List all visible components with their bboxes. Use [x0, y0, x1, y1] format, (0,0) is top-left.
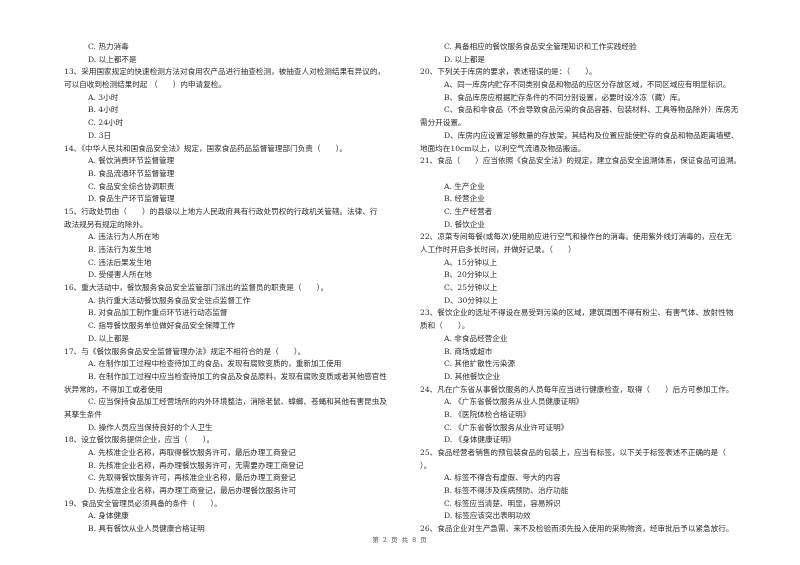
answer-option: A. 在制作加工过程中检查待加工的食品，发现有腐败变质的，重新加工使用	[88, 359, 342, 369]
page-footer: 第 2 页 共 8 页	[372, 536, 428, 544]
answer-option: D. 标签应该突出表明功效	[444, 511, 531, 521]
question-text: 13、采用国家规定的快速检测方法对食用农产品进行抽查检测，被抽查人对检测结果有异…	[64, 67, 386, 77]
answer-option: D. 食品生产环节监督管理	[88, 194, 175, 204]
question-text: 21、食品（ ）应当依照《食品安全法》的规定，建立食品安全追溯体系，保证食品可追…	[420, 156, 742, 166]
answer-option: D. 先核准企业名称，再办理工商登记，最后办理餐饮服务许可	[88, 486, 297, 496]
answer-option: A. 标签不得含有虚假、夸大的内容	[444, 473, 561, 483]
answer-option: C、食品和非食品（不会导致食品污染的食品容器、包装材料、工具等物品除外）库房无	[444, 105, 739, 115]
question-text: 15、行政处罚由（ ）的县级以上地方人民政府具有行政处罚权的行政机关管辖。法律、…	[64, 206, 378, 216]
answer-option: B. 违法行为发生地	[88, 245, 152, 254]
answer-option: D. 餐饮企业	[444, 219, 486, 229]
question-text: 22、凉菜专间每餐(或每次)使用前应进行空气和操作台的消毒。使用紫外线灯消毒的，…	[420, 232, 732, 242]
answer-option: C. 食品安全综合协调职责	[88, 181, 175, 191]
answer-option: A. 非食品经营企业	[444, 333, 508, 343]
question-text: 14、《中华人民共和国食品安全法》规定，国家食品药品监督管理部门负责（ ）。	[64, 143, 348, 153]
answer-option: D、30分钟以上	[444, 295, 498, 305]
answer-option: D. 以上都是	[88, 333, 130, 343]
answer-option: C. 先取得餐饮服务许可，再核准企业名称，最后办理工商登记	[88, 473, 296, 483]
answer-option: A. 餐饮消费环节监督管理	[88, 156, 175, 166]
question-continuation: 状异常的，不得加工或者使用	[64, 384, 163, 394]
answer-option: C. 《广东省餐饮服务从业许可证明》	[444, 422, 569, 432]
answer-option: A、15分钟以上	[444, 257, 498, 267]
question-continuation: 质和（ ）。	[420, 321, 470, 331]
answer-option: C. 应当保持食品加工经营场所的内外环境整洁，消除老鼠、蟑螂、苍蝇和其他有害昆虫…	[88, 397, 387, 407]
answer-option: C. 具备相应的餐饮服务食品安全管理知识和工作实践经验	[444, 42, 637, 51]
answer-option: A. 《广东省餐饮服务从业人员健康证明》	[444, 397, 584, 407]
answer-option: C. 标签应当清楚、明显，容易辨识	[444, 498, 561, 508]
answer-option: A. 3小时	[88, 92, 119, 102]
answer-option: C. 24小时	[88, 118, 124, 128]
question-continuation: 政法规另有规定的除外。	[64, 219, 148, 229]
answer-option: C. 违法后果发生地	[88, 257, 152, 267]
answer-option: A. 身体健康	[88, 511, 129, 521]
answer-option: B. 先核准企业名称，再办理餐饮服务许可，无需要办理工商登记	[88, 460, 304, 470]
answer-option: C. 指导餐饮服务单位做好食品安全保障工作	[88, 321, 236, 331]
question-continuation: 人工作时开启多长时间，并做好记录。（ ）	[420, 245, 576, 254]
question-text: 19、食品安全管理员必须具备的条件（ ）。	[64, 498, 222, 508]
answer-option: A、同一库房内贮存不同类别食品和物品的应区分存放区域，不同区域应有明显标识。	[444, 80, 731, 90]
answer-option: B、食品库房应根据贮存条件的不同分别设置，必要时设冷冻（藏）库。	[444, 92, 685, 102]
question-continuation: 需分开设置。	[420, 118, 466, 128]
answer-option: D. 操作人员应当保持良好的个人卫生	[88, 422, 213, 432]
question-text: 16、重大活动中，餐饮服务食品安全监管部门派出的监督员的职责是（ ）。	[64, 283, 329, 293]
answer-option: A. 生产企业	[444, 181, 485, 191]
answer-option: B. 标签不得涉及疾病预防、治疗功能	[444, 486, 569, 496]
answer-option: D. 其他餐饮企业	[444, 371, 501, 381]
answer-option: B. 4小时	[88, 105, 119, 115]
question-continuation: 其孳生条件	[64, 409, 102, 419]
answer-option: B、20分钟以上	[444, 270, 498, 280]
answer-option: A. 先核准企业名称，再取得餐饮服务许可，最后办理工商登记	[88, 448, 296, 457]
question-text: 17、与《餐饮服务食品安全监督管理办法》规定不相符合的是（ ）。	[64, 346, 306, 356]
answer-option: C. 其他扩散性污染源	[444, 359, 516, 369]
answer-option: C. 热力消毒	[88, 42, 129, 51]
answer-option: D. 受侵害人所在地	[88, 270, 152, 280]
answer-option: C. 生产经营者	[444, 206, 493, 216]
question-text: 23、餐饮企业的选址不得设在易受到污染的区域，建筑周围不得有粉尘、有害气体、放射…	[420, 308, 734, 318]
answer-option: B. 食品流通环节监督管理	[88, 168, 175, 178]
question-continuation: 可以自收到检测结果时起 （ ）内申请复检。	[64, 80, 226, 90]
answer-option: B. 在制作加工过程中应当检查待加工的食品及食品原料，发现有腐败变质或者其他感官…	[88, 371, 387, 381]
question-text: 18、设立餐饮服务提供企业，应当（ ）。	[64, 435, 215, 445]
answer-option: A. 违法行为人所在地	[88, 232, 160, 242]
answer-option: D. 以上都不是	[88, 54, 137, 64]
question-text: 25、食品经营者销售的预包装食品的包装上，应当有标签，以下关于标签表述不正确的是…	[420, 448, 726, 457]
question-continuation: 地面均在10cm以上，以利空气流通及物品搬运。	[420, 143, 586, 153]
answer-option: B. 商场或超市	[444, 346, 493, 356]
answer-option: D. 以上都是	[444, 54, 486, 64]
right-column: C. 具备相应的餐饮服务食品安全管理知识和工作实践经验 D. 以上都是 20、下列关…	[420, 41, 765, 536]
question-text: 24、凡在广东省从事餐饮服务的人员每年应当进行健康检查，取得（ ）后方可参加工作…	[420, 384, 734, 394]
answer-option: D. 《身体健康证明》	[444, 435, 516, 445]
answer-option: D、库房内应设置足够数量的存放架，其结构及位置应能使贮存的食品和物品距离墙壁、	[444, 130, 739, 140]
question-text: 20、下列关于库房的要求，表述错误的是：（ ）。	[420, 67, 597, 77]
answer-option: D. 3日	[88, 130, 112, 140]
answer-option: C、25分钟以上	[444, 283, 498, 293]
answer-option: B. 《医院体检合格证明》	[444, 409, 531, 419]
answer-option: B. 经营企业	[444, 194, 485, 204]
document-page: C. 热力消毒 D. 以上都不是 13、采用国家规定的快速检测方法对食用农产品进行抽…	[0, 0, 800, 565]
answer-option: B. 对食品加工制作重点环节进行动态监督	[88, 308, 228, 318]
answer-option: A. 执行重大活动餐饮服务食品安全驻点监督工作	[88, 295, 251, 305]
question-continuation: ）。	[420, 460, 432, 470]
left-column: C. 热力消毒 D. 以上都不是 13、采用国家规定的快速检测方法对食用农产品进行抽…	[64, 41, 409, 536]
